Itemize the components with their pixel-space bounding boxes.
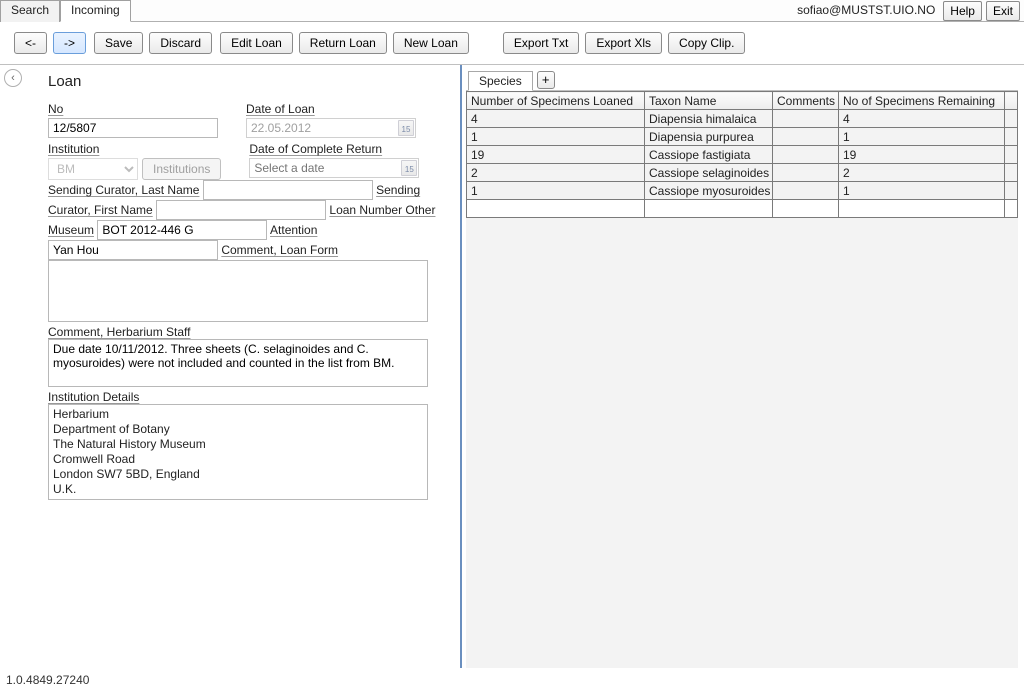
attention-input[interactable] xyxy=(48,240,218,260)
cell-taxon[interactable]: Diapensia himalaica xyxy=(645,110,773,128)
grid-header-row: Number of Specimens Loaned Taxon Name Co… xyxy=(467,92,1018,110)
cell-extra[interactable] xyxy=(1005,110,1018,128)
cell-empty[interactable] xyxy=(645,200,773,218)
date-of-loan-input[interactable] xyxy=(246,118,416,138)
cell-extra[interactable] xyxy=(1005,182,1018,200)
cell-empty[interactable] xyxy=(773,200,839,218)
version-label: 1.0.4849.27240 xyxy=(6,673,89,687)
table-row[interactable]: 1Diapensia purpurea1 xyxy=(467,128,1018,146)
col-taxon[interactable]: Taxon Name xyxy=(645,92,773,110)
collapse-left-icon[interactable]: ‹ xyxy=(4,69,22,87)
cell-loaned[interactable]: 1 xyxy=(467,128,645,146)
label-sending-last: Sending Curator, Last Name xyxy=(48,183,199,197)
tab-species[interactable]: Species xyxy=(468,71,533,91)
cell-remain[interactable]: 4 xyxy=(839,110,1005,128)
return-loan-button[interactable]: Return Loan xyxy=(299,32,387,54)
col-loaned[interactable]: Number of Specimens Loaned xyxy=(467,92,645,110)
cell-remain[interactable]: 2 xyxy=(839,164,1005,182)
loan-other-input[interactable] xyxy=(97,220,267,240)
cell-remain[interactable]: 19 xyxy=(839,146,1005,164)
cell-remain[interactable]: 1 xyxy=(839,182,1005,200)
add-species-button[interactable]: + xyxy=(537,71,555,89)
cell-empty[interactable] xyxy=(467,200,645,218)
cell-comments[interactable] xyxy=(773,164,839,182)
next-button[interactable]: -> xyxy=(53,32,86,54)
label-no: No xyxy=(48,102,218,116)
save-button[interactable]: Save xyxy=(94,32,143,54)
toolbar: <- -> Save Discard Edit Loan Return Loan… xyxy=(0,22,1024,64)
cell-comments[interactable] xyxy=(773,128,839,146)
table-row-empty[interactable] xyxy=(467,200,1018,218)
loan-heading: Loan xyxy=(48,73,442,90)
cell-empty[interactable] xyxy=(1005,200,1018,218)
calendar-icon[interactable]: 15 xyxy=(398,120,414,136)
comment-staff-textarea[interactable]: Due date 10/11/2012. Three sheets (C. se… xyxy=(48,339,428,387)
cell-comments[interactable] xyxy=(773,182,839,200)
label-institution: Institution xyxy=(48,142,221,156)
col-remain[interactable]: No of Specimens Remaining xyxy=(839,92,1005,110)
col-extra[interactable] xyxy=(1005,92,1018,110)
institutions-button[interactable]: Institutions xyxy=(142,158,221,180)
institution-select[interactable]: BM xyxy=(48,158,138,180)
discard-button[interactable]: Discard xyxy=(149,32,212,54)
label-attention: Attention xyxy=(270,223,317,237)
table-row[interactable]: 2Cassiope selaginoides2 xyxy=(467,164,1018,182)
cell-remain[interactable]: 1 xyxy=(839,128,1005,146)
label-inst-details: Institution Details xyxy=(48,390,139,404)
cell-extra[interactable] xyxy=(1005,146,1018,164)
cell-taxon[interactable]: Cassiope selaginoides xyxy=(645,164,773,182)
cell-taxon[interactable]: Cassiope fastigiata xyxy=(645,146,773,164)
export-xls-button[interactable]: Export Xls xyxy=(585,32,662,54)
cell-extra[interactable] xyxy=(1005,164,1018,182)
new-loan-button[interactable]: New Loan xyxy=(393,32,469,54)
help-button[interactable]: Help xyxy=(943,1,982,21)
cell-loaned[interactable]: 4 xyxy=(467,110,645,128)
tab-search[interactable]: Search xyxy=(0,0,60,22)
cell-loaned[interactable]: 2 xyxy=(467,164,645,182)
col-comments[interactable]: Comments xyxy=(773,92,839,110)
table-row[interactable]: 1Cassiope myosuroides1 xyxy=(467,182,1018,200)
loan-no-input[interactable] xyxy=(48,118,218,138)
calendar-icon[interactable]: 15 xyxy=(401,160,417,176)
cell-taxon[interactable]: Diapensia purpurea xyxy=(645,128,773,146)
cell-loaned[interactable]: 1 xyxy=(467,182,645,200)
tab-incoming[interactable]: Incoming xyxy=(60,0,131,22)
user-label: sofiao@MUSTST.UIO.NO xyxy=(797,0,943,17)
cell-empty[interactable] xyxy=(839,200,1005,218)
top-bar: Search Incoming sofiao@MUSTST.UIO.NO Hel… xyxy=(0,0,1024,22)
label-date-of-loan: Date of Loan xyxy=(246,102,416,116)
prev-button[interactable]: <- xyxy=(14,32,47,54)
cell-extra[interactable] xyxy=(1005,128,1018,146)
main-split: ‹ Loan No Date of Loan 15 Institu xyxy=(0,64,1024,668)
comment-loan-textarea[interactable] xyxy=(48,260,428,322)
cell-taxon[interactable]: Cassiope myosuroides xyxy=(645,182,773,200)
cell-comments[interactable] xyxy=(773,146,839,164)
loan-panel: ‹ Loan No Date of Loan 15 Institu xyxy=(0,65,462,668)
label-comment-loan: Comment, Loan Form xyxy=(221,243,338,257)
edit-loan-button[interactable]: Edit Loan xyxy=(220,32,293,54)
exit-button[interactable]: Exit xyxy=(986,1,1020,21)
label-comment-staff: Comment, Herbarium Staff xyxy=(48,325,191,339)
species-tabs: Species + xyxy=(466,69,1018,91)
inst-details-textarea[interactable]: Herbarium Department of Botany The Natur… xyxy=(48,404,428,500)
cell-loaned[interactable]: 19 xyxy=(467,146,645,164)
top-tabs: Search Incoming xyxy=(0,0,131,22)
export-txt-button[interactable]: Export Txt xyxy=(503,32,579,54)
table-row[interactable]: 19Cassiope fastigiata19 xyxy=(467,146,1018,164)
copy-clip-button[interactable]: Copy Clip. xyxy=(668,32,745,54)
sending-last-input[interactable] xyxy=(203,180,373,200)
species-panel: Species + Number of Specimens Loaned Tax… xyxy=(462,65,1024,668)
sending-first-input[interactable] xyxy=(156,200,326,220)
label-date-return: Date of Complete Return xyxy=(249,142,419,156)
table-row[interactable]: 4Diapensia himalaica4 xyxy=(467,110,1018,128)
status-bar: 1.0.4849.27240 xyxy=(0,672,1024,690)
cell-comments[interactable] xyxy=(773,110,839,128)
date-return-input[interactable] xyxy=(249,158,419,178)
species-grid: Number of Specimens Loaned Taxon Name Co… xyxy=(466,91,1018,218)
